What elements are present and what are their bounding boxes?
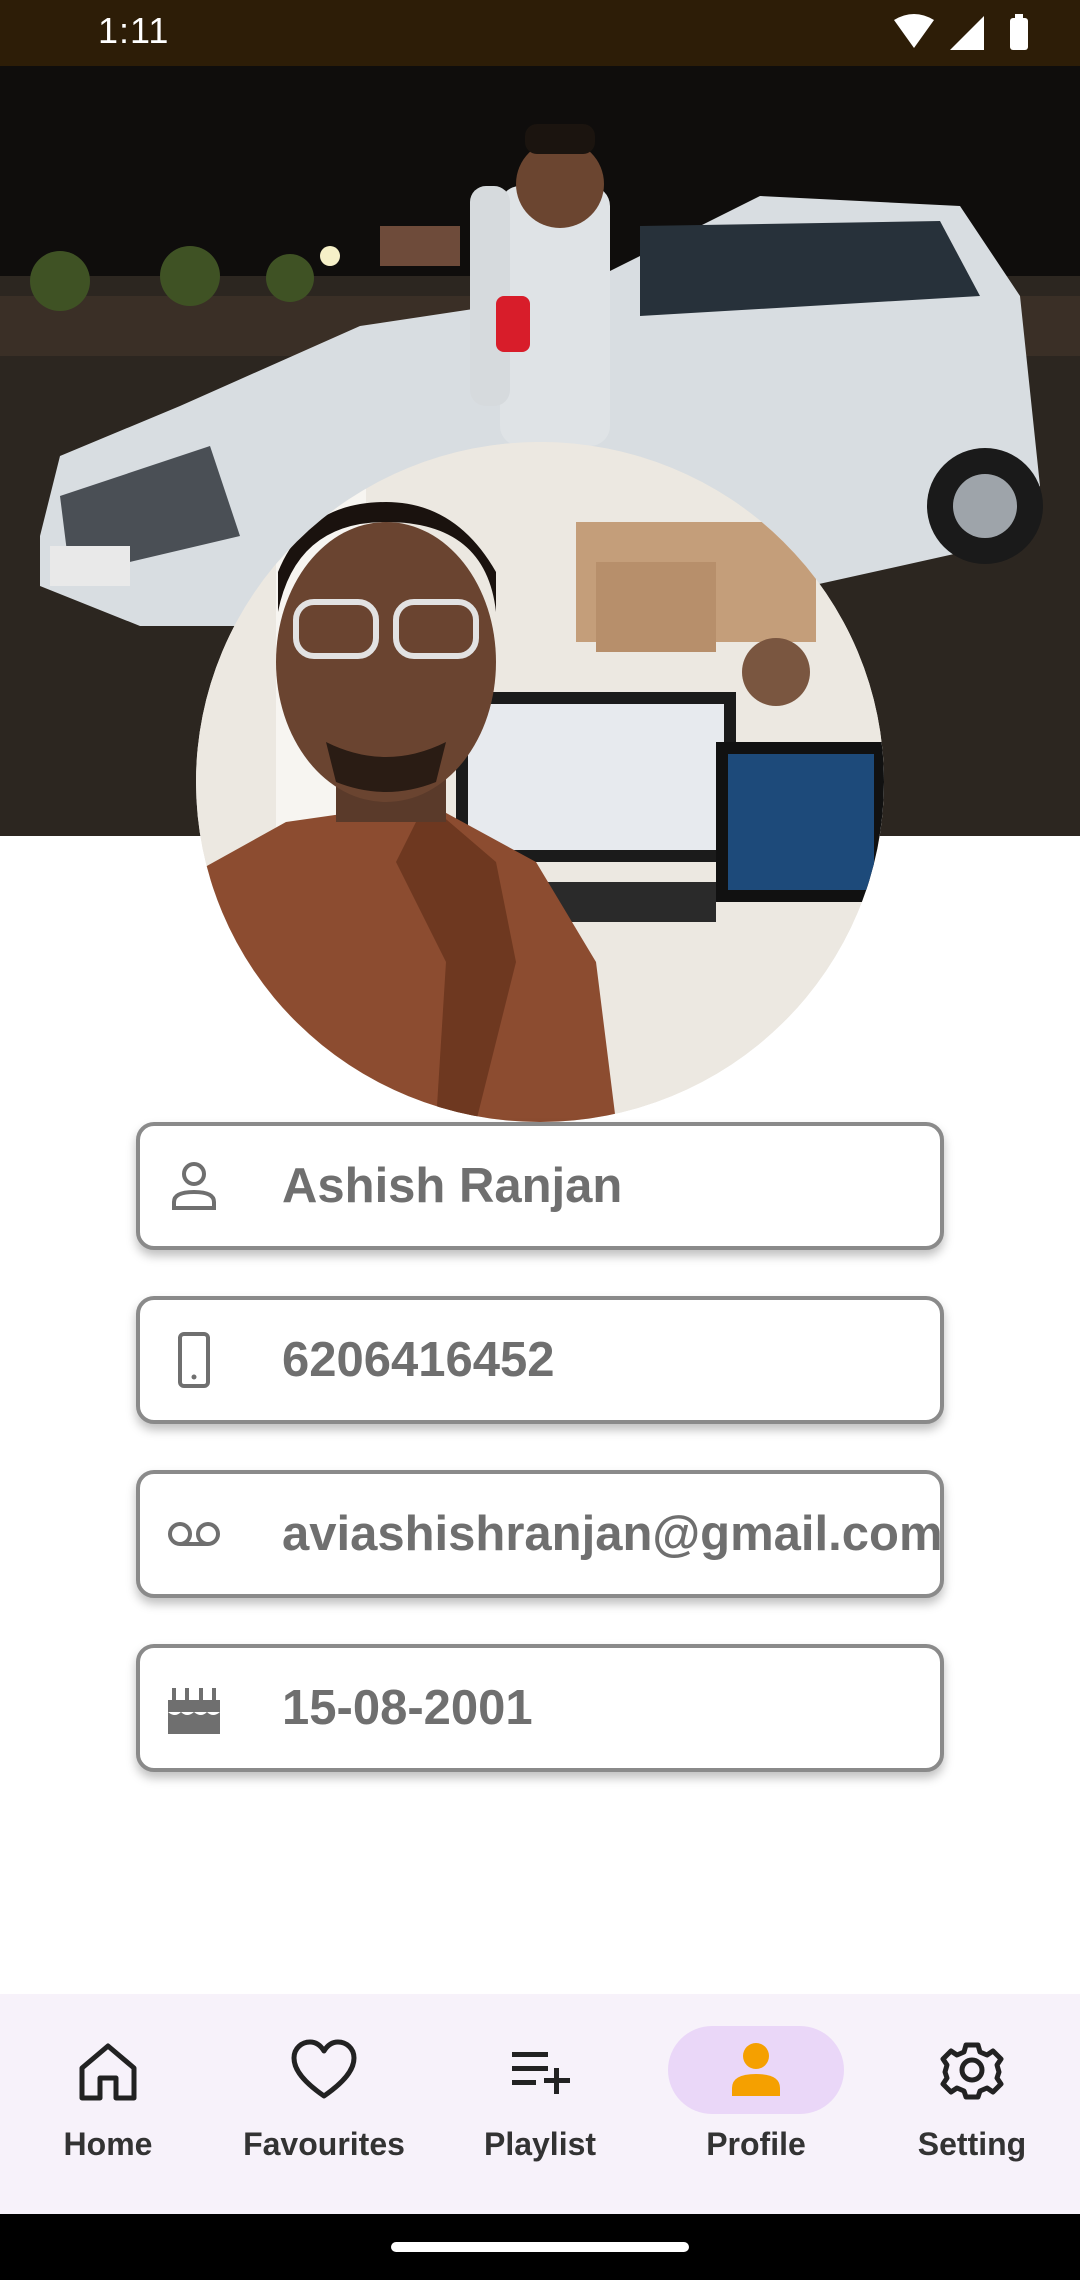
- phone-field[interactable]: 6206416452: [136, 1296, 944, 1424]
- voicemail-icon: [168, 1522, 220, 1546]
- dob-value: 15-08-2001: [282, 1681, 533, 1735]
- nav-item-home[interactable]: Home: [0, 1994, 216, 2214]
- person-icon: [172, 1162, 216, 1210]
- bottom-navigation: Home Favourites Playlist Profile Setting: [0, 1994, 1080, 2214]
- nav-item-playlist[interactable]: Playlist: [432, 1994, 648, 2214]
- dob-field[interactable]: 15-08-2001: [136, 1644, 944, 1772]
- nav-item-setting[interactable]: Setting: [864, 1994, 1080, 2214]
- heart-icon: [291, 2039, 357, 2099]
- name-field[interactable]: Ashish Ranjan: [136, 1122, 944, 1250]
- profile-avatar[interactable]: [196, 442, 884, 1122]
- system-gesture-bar: [0, 2214, 1080, 2280]
- status-bar: 1:11: [0, 0, 1080, 66]
- nav-label-home: Home: [63, 2126, 153, 2162]
- nav-item-favourites[interactable]: Favourites: [216, 1994, 432, 2214]
- battery-icon: [1010, 18, 1028, 50]
- status-time: 1:11: [98, 10, 170, 51]
- nav-label-playlist: Playlist: [483, 2126, 597, 2162]
- email-value: aviashishranjan@gmail.com: [282, 1507, 943, 1561]
- nav-item-profile[interactable]: Profile: [648, 1994, 864, 2214]
- playlist-add-icon: [512, 2052, 570, 2094]
- status-icons: [894, 14, 1028, 50]
- email-field[interactable]: aviashishranjan@gmail.com: [136, 1470, 944, 1598]
- phone-value: 6206416452: [282, 1333, 555, 1387]
- avatar-image: [196, 442, 884, 1122]
- wifi-icon: [894, 14, 934, 48]
- nav-label-profile: Profile: [706, 2126, 806, 2162]
- cake-icon: [168, 1688, 220, 1734]
- nav-label-setting: Setting: [917, 2126, 1027, 2162]
- name-value: Ashish Ranjan: [282, 1159, 623, 1213]
- nav-label-favourites: Favourites: [243, 2126, 405, 2162]
- person-filled-icon: [732, 2043, 780, 2096]
- signal-icon: [950, 16, 984, 50]
- smartphone-icon: [178, 1332, 210, 1388]
- gear-icon: [940, 2042, 1004, 2100]
- home-icon: [79, 2043, 137, 2101]
- gesture-handle[interactable]: [391, 2242, 689, 2252]
